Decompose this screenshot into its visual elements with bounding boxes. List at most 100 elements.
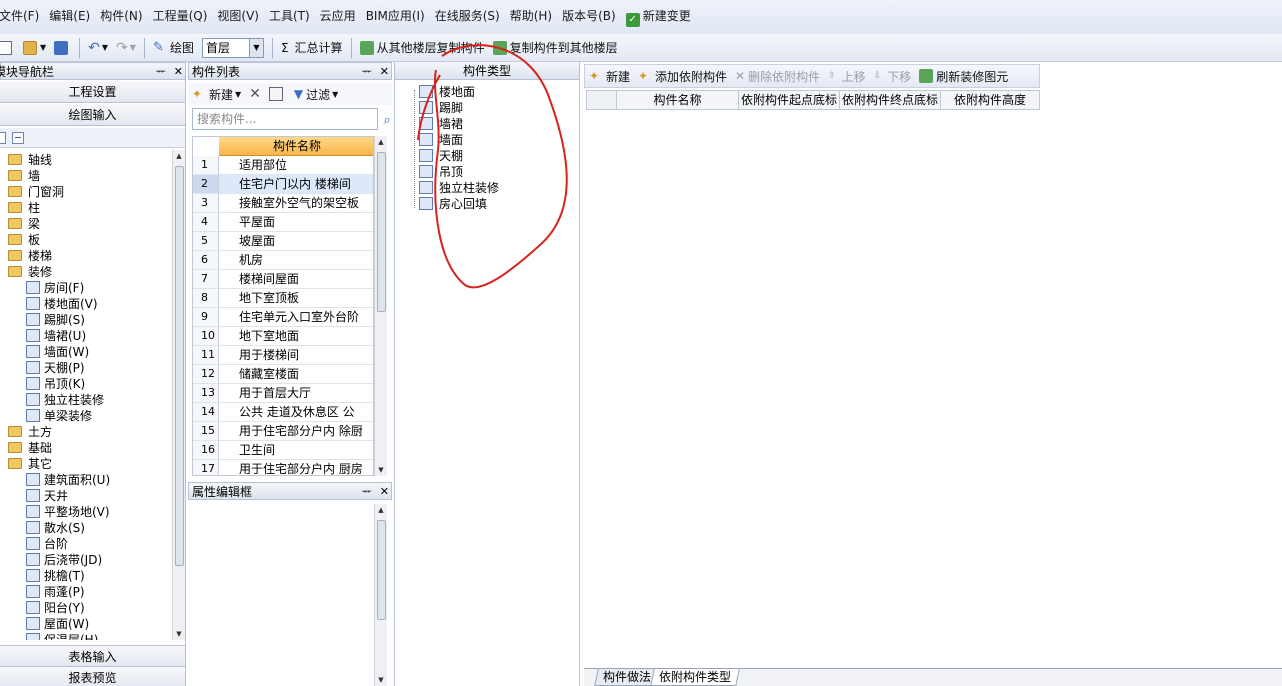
copy-from-floor-button[interactable]: 从其他楼层复制构件 [356,37,489,59]
nav-tree-item[interactable]: 墙 [8,168,40,184]
column-header-start-bottom[interactable]: 依附构件起点底标 [739,91,840,109]
component-name-cell[interactable]: 用于楼梯间 [219,346,373,364]
new-component-button[interactable]: ✦ 新建 ▼ [188,83,245,105]
collapse-all-icon[interactable] [12,132,24,144]
component-type-item[interactable]: 墙裙 [419,116,463,132]
component-type-item[interactable]: 天棚 [419,148,463,164]
component-type-item[interactable]: 踢脚 [419,100,463,116]
new-file-button[interactable] [0,37,19,59]
table-row[interactable]: 12 储藏室楼面 [193,365,373,384]
pin-icon[interactable]: ᅲ [362,485,372,498]
nav-tree-item[interactable]: 墙面(W) [26,344,89,360]
nav-tree-item[interactable]: 阳台(Y) [26,600,85,616]
nav-tree-item[interactable]: 后浇带(JD) [26,552,102,568]
menu-view[interactable]: 视图(V) [212,6,264,26]
delete-component-button[interactable]: ✕ [245,83,265,105]
nav-tree-item[interactable]: 散水(S) [26,520,85,536]
menu-cloud[interactable]: 云应用 [315,6,361,26]
table-row[interactable]: 2 住宅户门以内 楼梯间 [193,175,373,194]
scroll-down-icon[interactable]: ▼ [173,628,185,640]
table-row[interactable]: 1 适用部位 [193,156,373,175]
menu-online[interactable]: 在线服务(S) [430,6,505,26]
floor-select[interactable]: 首层 ▼ [201,37,264,58]
component-name-cell[interactable]: 平屋面 [219,213,373,231]
component-name-cell[interactable]: 坡屋面 [219,232,373,250]
nav-tree-item[interactable]: 天井 [26,488,68,504]
component-name-cell[interactable]: 楼梯间屋面 [219,270,373,288]
table-row[interactable]: 7 楼梯间屋面 [193,270,373,289]
table-row[interactable]: 15 用于住宅部分户内 除厨 [193,422,373,441]
table-row[interactable]: 5 坡屋面 [193,232,373,251]
nav-tree-item[interactable]: 楼地面(V) [26,296,98,312]
report-preview-button[interactable]: 报表预览 [0,667,185,686]
nav-tree-item[interactable]: 建筑面积(U) [26,472,110,488]
component-name-cell[interactable]: 接触室外空气的架空板 [219,194,373,212]
column-header-end-bottom[interactable]: 依附构件终点底标 [840,91,941,109]
sum-calc-button[interactable]: Σ 汇总计算 [277,37,347,59]
component-name-cell[interactable]: 住宅户门以内 楼梯间 [219,175,373,193]
menu-quantity[interactable]: 工程量(Q) [148,6,213,26]
table-row[interactable]: 17 用于住宅部分户内 厨房 [193,460,373,475]
menu-help[interactable]: 帮助(H) [505,6,557,26]
search-icon[interactable]: ⌕ [379,111,395,128]
nav-tree-item[interactable]: 天棚(P) [26,360,85,376]
add-attached-button[interactable]: ✦ 添加依附构件 [634,65,731,87]
search-input[interactable]: 搜索构件... ⌕ [192,108,391,130]
nav-tree-item[interactable]: 基础 [8,440,52,456]
column-header-height[interactable]: 依附构件高度 [941,91,1039,109]
menu-tools[interactable]: 工具(T) [264,6,315,26]
nav-tree-item[interactable]: 屋面(W) [26,616,89,632]
table-row[interactable]: 11 用于楼梯间 [193,346,373,365]
component-name-cell[interactable]: 住宅单元入口室外台阶 [219,308,373,326]
new-attached-button[interactable]: ✦ 新建 [585,65,634,87]
column-header-name[interactable]: 构件名称 [617,91,739,109]
nav-tree-item[interactable]: 雨蓬(P) [26,584,85,600]
menu-new-change[interactable]: ✓ 新建变更 [621,6,696,27]
project-settings-button[interactable]: 工程设置 [0,81,185,103]
nav-tree-item[interactable]: 墙裙(U) [26,328,86,344]
save-button[interactable] [50,37,75,59]
component-name-cell[interactable]: 用于住宅部分户内 除厨 [219,422,373,440]
table-row[interactable]: 8 地下室顶板 [193,289,373,308]
component-name-cell[interactable]: 用于首层大厅 [219,384,373,402]
nav-tree-item[interactable]: 挑檐(T) [26,568,85,584]
component-name-cell[interactable]: 卫生间 [219,441,373,459]
component-name-cell[interactable]: 地下室地面 [219,327,373,345]
filter-button[interactable]: ▼ 过滤 ▼ [290,83,342,105]
column-header-name[interactable]: 构件名称 [219,137,373,156]
nav-tree-item[interactable]: 平整场地(V) [26,504,110,520]
table-row[interactable]: 4 平屋面 [193,213,373,232]
copy-to-floor-button[interactable]: 复制构件到其他楼层 [489,37,622,59]
component-name-cell[interactable]: 机房 [219,251,373,269]
draw-button[interactable]: ✎ 绘图 [149,37,198,59]
table-input-button[interactable]: 表格输入 [0,645,185,667]
component-type-item[interactable]: 吊顶 [419,164,463,180]
component-type-item[interactable]: 房心回填 [419,196,487,212]
menu-file[interactable]: 文件(F) [0,6,44,26]
expand-all-icon[interactable] [0,132,6,144]
component-name-cell[interactable]: 用于住宅部分户内 厨房 [219,460,373,475]
component-type-item[interactable]: 楼地面 [419,84,475,100]
component-name-cell[interactable]: 地下室顶板 [219,289,373,307]
table-row[interactable]: 3 接触室外空气的架空板 [193,194,373,213]
scroll-up-icon[interactable]: ▲ [173,150,185,162]
pin-icon[interactable]: ᅲ [156,65,166,78]
copy-component-button[interactable] [265,83,290,105]
scroll-down-icon[interactable]: ▼ [375,674,387,686]
component-name-cell[interactable]: 适用部位 [219,156,373,174]
component-name-cell[interactable]: 储藏室楼面 [219,365,373,383]
table-row[interactable]: 13 用于首层大厅 [193,384,373,403]
table-row[interactable]: 9 住宅单元入口室外台阶 [193,308,373,327]
redo-button[interactable]: ↷ ▼ [112,37,140,59]
nav-tree-item[interactable]: 单梁装修 [26,408,92,424]
nav-tree-item[interactable]: 房间(F) [26,280,84,296]
scroll-up-icon[interactable]: ▲ [375,504,387,516]
nav-tree-item[interactable]: 保温层(H) [26,632,98,640]
nav-tree-item[interactable]: 踢脚(S) [26,312,85,328]
menu-component[interactable]: 构件(N) [95,6,147,26]
component-name-cell[interactable]: 公共 走道及休息区 公 [219,403,373,421]
nav-tree-item[interactable]: 板 [8,232,40,248]
move-down-button[interactable]: ⇩ 下移 [870,65,916,87]
close-icon[interactable]: ✕ [380,65,389,78]
menu-version[interactable]: 版本号(B) [557,6,621,26]
